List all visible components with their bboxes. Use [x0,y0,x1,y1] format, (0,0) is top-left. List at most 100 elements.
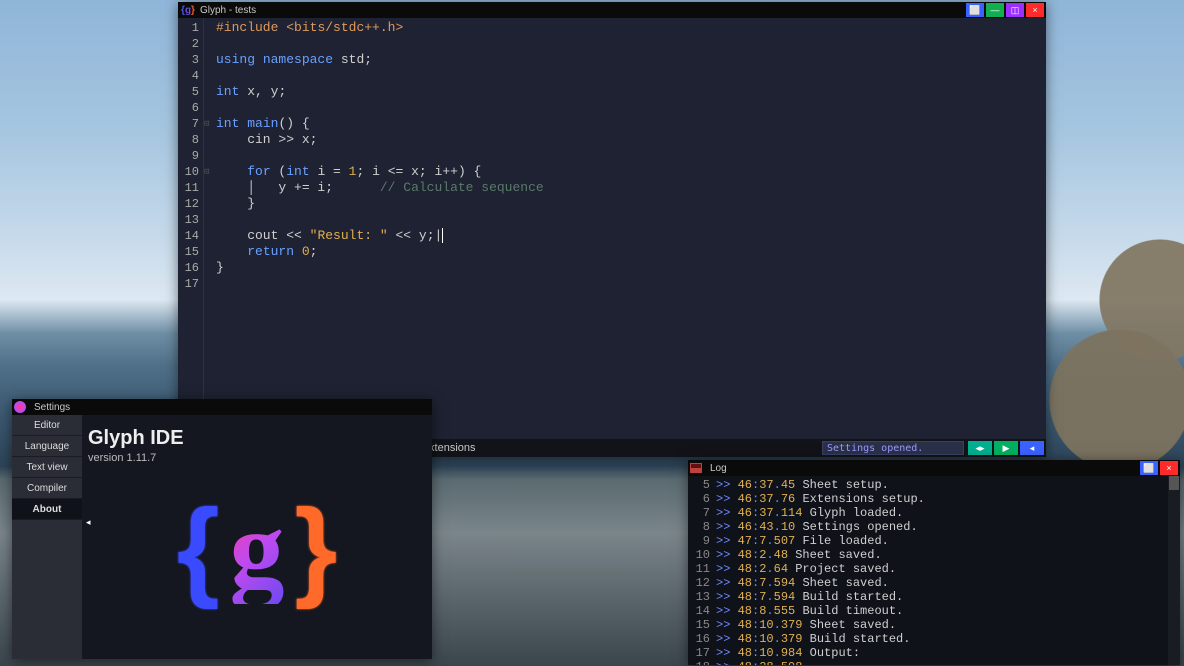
editor-status-message: Settings opened. [822,441,964,455]
token-op [294,244,302,259]
log-line-gutter: 5 6 7 8 9 10 11 12 13 14 15 16 17 18 [688,476,716,665]
token-op: ; i [419,164,442,179]
token-op: y [263,84,279,99]
token-op [302,228,310,243]
token-op: ++ [442,164,458,179]
settings-tab-editor[interactable]: Editor [12,415,82,436]
code-line[interactable] [216,36,1046,52]
token-op [216,244,247,259]
token-kw: namespace [263,52,333,67]
token-op [333,52,341,67]
token-op [255,52,263,67]
code-line[interactable]: int main() { [216,116,1046,132]
log-line: >> 46:43.10 Settings opened. [716,520,1168,534]
code-line[interactable] [216,100,1046,116]
app-version-label: version 1.11.7 [88,452,426,464]
token-op: } [247,196,255,211]
token-num: 0 [302,244,310,259]
log-title: Log [710,463,1140,474]
editor-max-button[interactable]: ⬜ [966,3,984,17]
code-line[interactable] [216,276,1046,292]
token-op [216,196,247,211]
token-op: >> [278,132,294,147]
token-kw: using [216,52,255,67]
token-op: , [255,84,263,99]
brace-right-icon: } [295,494,338,604]
code-line[interactable]: cout << "Result: " << y;| [216,228,1046,244]
token-kw: int [216,84,239,99]
token-op [333,180,380,195]
editor-opt-button[interactable]: ◫ [1006,3,1024,17]
code-line[interactable]: int x, y; [216,84,1046,100]
log-text: >> 46:37.45 Sheet setup.>> 46:37.76 Exte… [716,476,1168,665]
brace-left-icon: { [177,494,220,604]
token-op: x [403,164,419,179]
app-name-label: Glyph IDE [88,427,426,450]
settings-content: Glyph IDE version 1.11.7 { g } [82,415,432,659]
token-op: () [278,116,294,131]
log-line: >> 48:7.594 Build started. [716,590,1168,604]
settings-titlebar[interactable]: Settings [12,399,432,415]
run-back-button[interactable]: ◂ [1020,441,1044,455]
token-cmt: // Calculate sequence [380,180,544,195]
log-line: >> 48:28.598 . [716,660,1168,665]
log-titlebar[interactable]: Log ⬜ × [688,460,1180,476]
code-line[interactable]: return 0; [216,244,1046,260]
code-line[interactable]: } [216,260,1046,276]
token-op: << [286,228,302,243]
token-op: x [239,84,255,99]
run-play-button[interactable]: ▶ [994,441,1018,455]
editor-close-button[interactable]: × [1026,3,1044,17]
log-line: >> 47:7.507 File loaded. [716,534,1168,548]
log-scrollbar[interactable] [1168,476,1180,665]
token-str: "Result: " [310,228,388,243]
editor-titlebar[interactable]: g Glyph - tests ⬜ — ◫ × [178,2,1046,18]
code-line[interactable]: │ y += i; // Calculate sequence [216,180,1046,196]
token-fn: main [247,116,278,131]
log-window: Log ⬜ × 5 6 7 8 9 10 11 12 13 14 15 16 1… [688,460,1180,665]
token-op [341,164,349,179]
code-line[interactable] [216,68,1046,84]
code-line[interactable]: for (int i = 1; i <= x; i++) { [216,164,1046,180]
run-step-button[interactable]: ◂▸ [968,441,992,455]
token-op [294,116,302,131]
token-op: ; i [356,164,387,179]
log-line: >> 48:7.594 Sheet saved. [716,576,1168,590]
code-line[interactable] [216,148,1046,164]
editor-min-button[interactable]: — [986,3,1004,17]
settings-tab-text-view[interactable]: Text view [12,457,82,478]
editor-window: g Glyph - tests ⬜ — ◫ × 1 2 3 4 5 6 7 8 … [178,2,1046,457]
log-body[interactable]: 5 6 7 8 9 10 11 12 13 14 15 16 17 18 >> … [688,476,1180,665]
line-number-gutter: 1 2 3 4 5 6 7 8 9 10 11 12 13 14 15 16 1… [178,18,204,439]
fold-column[interactable]: ⊟ ⊟ [204,18,212,439]
settings-tab-compiler[interactable]: Compiler [12,478,82,499]
log-close-button[interactable]: × [1160,461,1178,475]
token-op: = [333,164,341,179]
token-kw: int [286,164,309,179]
log-max-button[interactable]: ⬜ [1140,461,1158,475]
token-kw: return [247,244,294,259]
token-op: std [341,52,364,67]
log-scroll-thumb[interactable] [1169,476,1179,490]
token-op: { [302,116,310,131]
code-editor[interactable]: 1 2 3 4 5 6 7 8 9 10 11 12 13 14 15 16 1… [178,18,1046,439]
log-line: >> 48:10.984 Output: [716,646,1168,660]
token-pp: #include [216,20,278,35]
run-button-group: ◂▸ ▶ ◂ [968,441,1044,455]
code-line[interactable]: #include <bits/stdc++.h> [216,20,1046,36]
settings-tab-language[interactable]: Language [12,436,82,457]
log-icon [690,463,702,473]
code-line[interactable]: cin >> x; [216,132,1046,148]
token-op: i [310,164,333,179]
log-line: >> 48:8.555 Build timeout. [716,604,1168,618]
token-op: ; [427,228,435,243]
code-line[interactable] [216,212,1046,228]
token-op: <= [388,164,404,179]
code-text[interactable]: #include <bits/stdc++.h> using namespace… [212,18,1046,439]
log-line: >> 46:37.76 Extensions setup. [716,492,1168,506]
code-line[interactable]: } [216,196,1046,212]
token-op: ; [325,180,333,195]
token-op: cin [216,132,278,147]
code-line[interactable]: using namespace std; [216,52,1046,68]
settings-tab-about[interactable]: About [12,499,82,520]
